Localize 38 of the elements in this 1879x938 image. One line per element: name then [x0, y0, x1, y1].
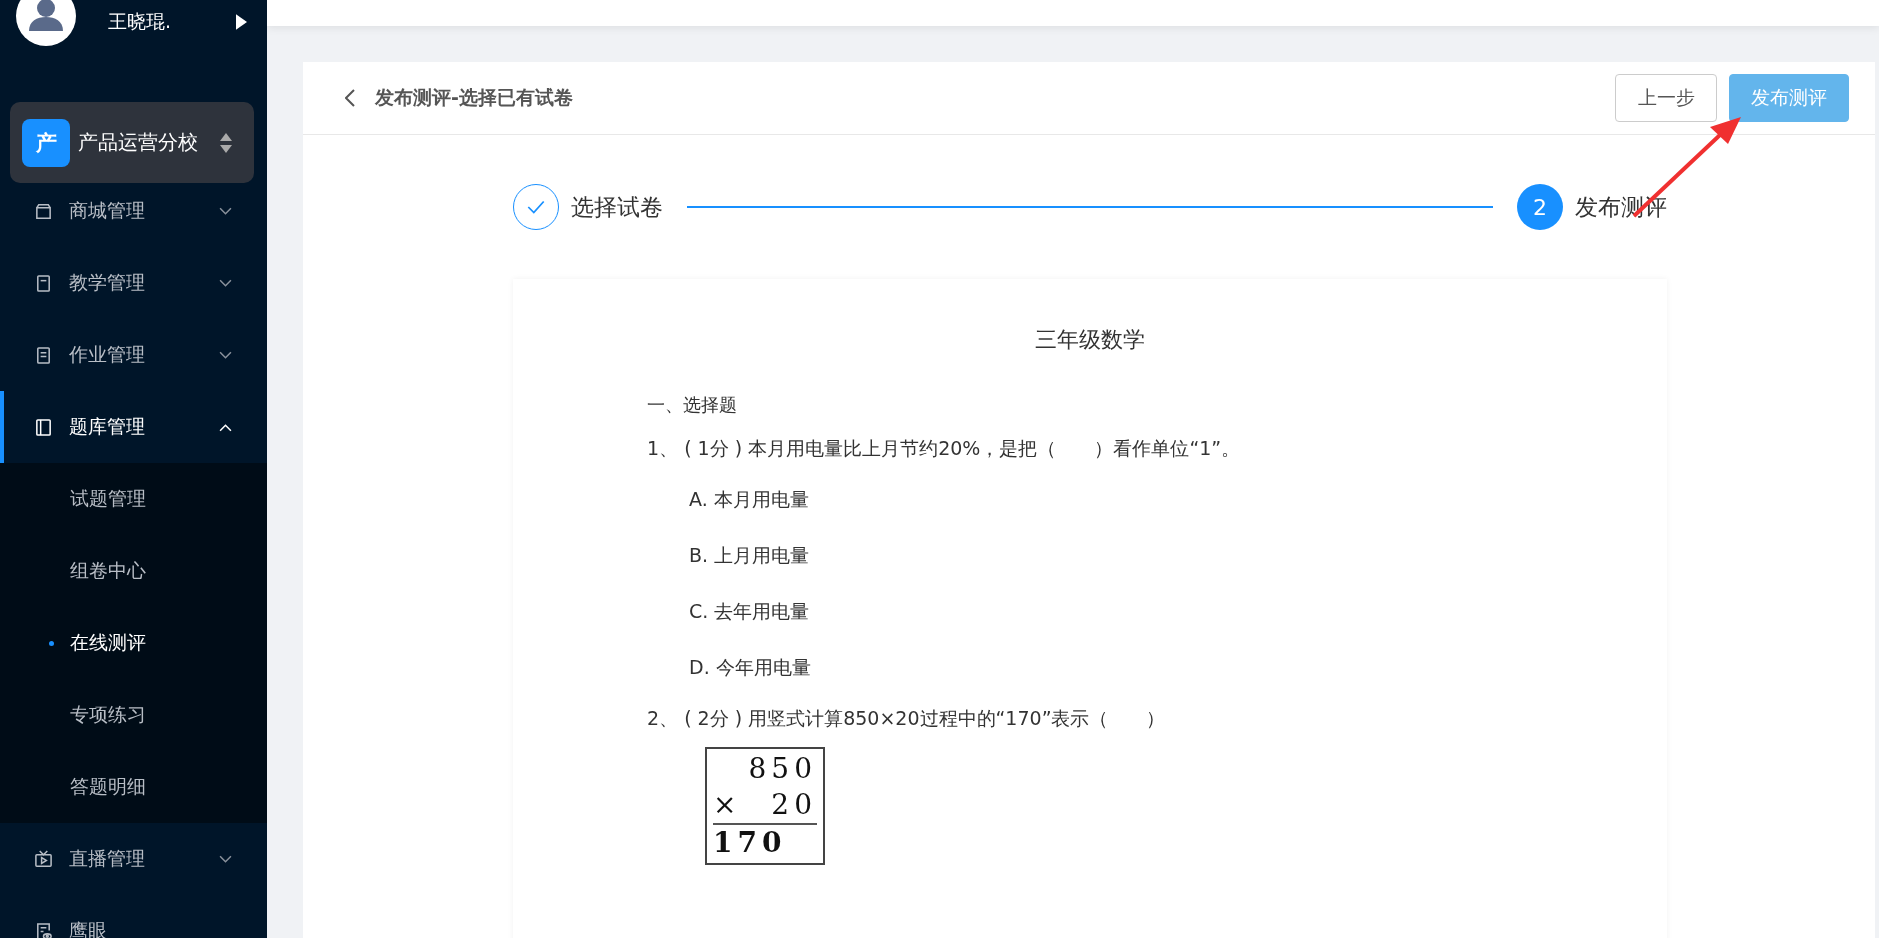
expand-arrow-icon[interactable]	[236, 14, 247, 30]
section-heading: 一、选择题	[647, 393, 738, 417]
user-name[interactable]: 王晓琨.	[108, 9, 236, 35]
answer-option: B. 上月用电量	[647, 527, 1667, 583]
school-initial: 产	[22, 118, 70, 167]
question-text: 2、 ( 2分 ) 用竖式计算850×20过程中的“170”表示（ ）	[647, 706, 1167, 731]
school-name: 产品运营分校	[78, 129, 199, 156]
library-icon	[34, 417, 53, 437]
menu-item[interactable]: 直播管理	[0, 823, 267, 895]
avatar-icon[interactable]	[16, 0, 76, 46]
answer-option: A. 本月用电量	[647, 471, 1667, 527]
calc-operator: ×	[713, 787, 742, 823]
answer-option: D. 今年用电量	[647, 639, 1667, 695]
menu-item[interactable]: 教学管理	[0, 247, 267, 319]
calc-number: 850	[748, 751, 817, 787]
submenu-item[interactable]: 在线测评	[0, 607, 267, 679]
paper-title: 三年级数学	[1034, 326, 1146, 354]
step-label: 选择试卷	[571, 192, 663, 222]
sort-arrows-icon	[220, 132, 232, 153]
document-eye-icon	[34, 921, 53, 938]
previous-button[interactable]: 上一步	[1615, 74, 1717, 122]
question-text: 1、 ( 1分 ) 本月用电量比上月节约20%，是把（ ）看作单位“1”。	[647, 436, 1242, 461]
school-dropdown[interactable]: 产 产品运营分校	[10, 102, 254, 183]
calc-number: 20	[771, 787, 817, 823]
submenu-item[interactable]: 答题明细	[0, 751, 267, 823]
book-icon	[34, 273, 53, 293]
submenu-item[interactable]: 专项练习	[0, 679, 267, 751]
menu-item[interactable]: 作业管理	[0, 319, 267, 391]
back-icon[interactable]	[345, 89, 355, 107]
step-number: 2	[1517, 184, 1563, 230]
document-list-icon	[34, 345, 53, 365]
tv-icon	[34, 849, 53, 869]
submenu-item[interactable]: 试题管理	[0, 463, 267, 535]
page-title: 发布测评-选择已有试卷	[375, 85, 574, 110]
submenu-item[interactable]: 组卷中心	[0, 535, 267, 607]
answer-option: C. 去年用电量	[647, 583, 1667, 639]
calc-result: 170	[713, 825, 787, 861]
storefront-icon	[34, 201, 53, 221]
